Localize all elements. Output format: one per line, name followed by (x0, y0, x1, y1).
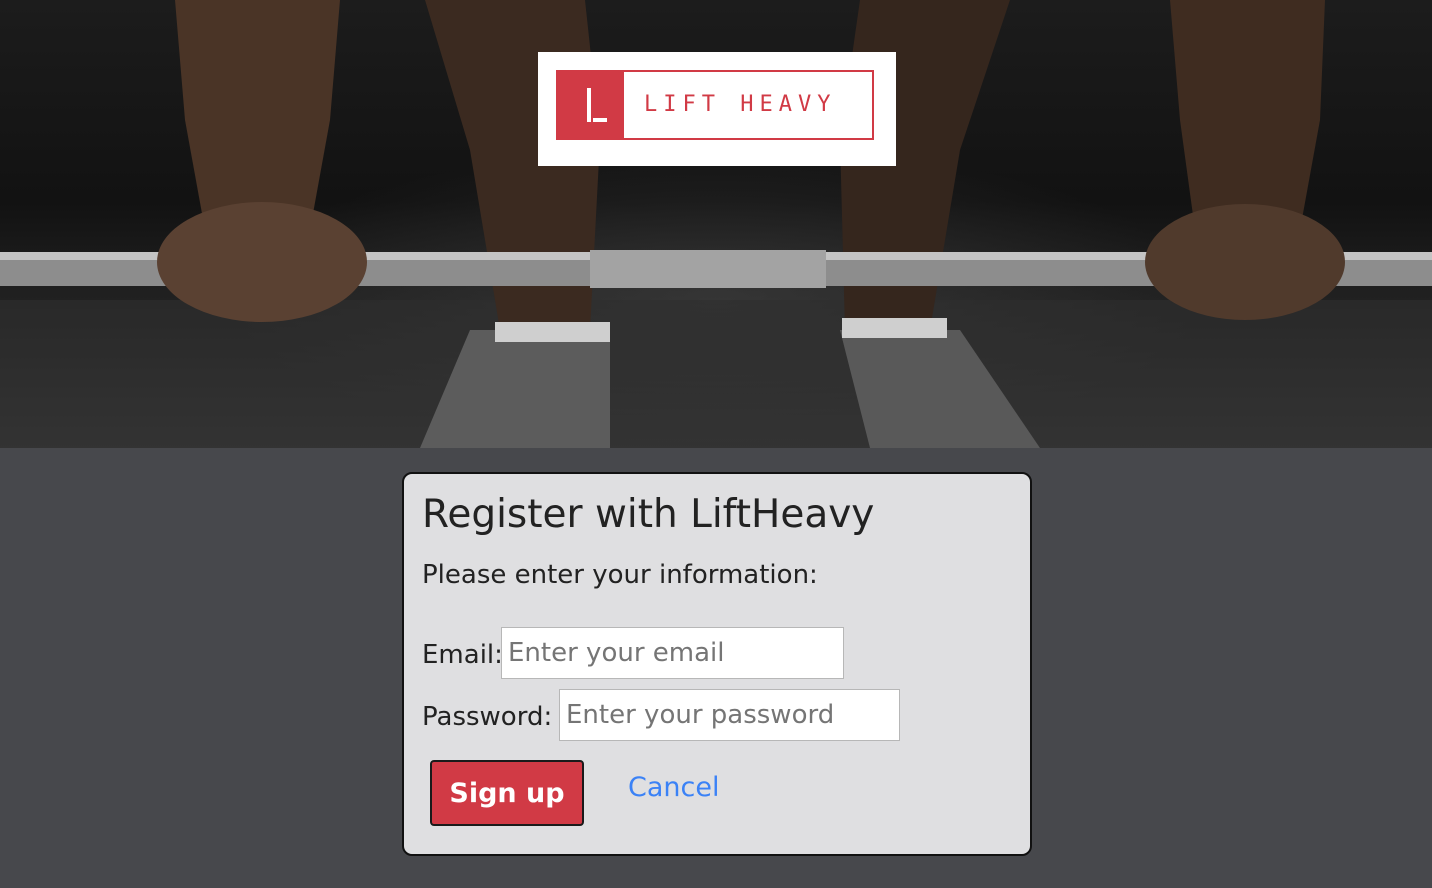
email-field[interactable] (501, 627, 844, 679)
register-subtitle: Please enter your information: (422, 560, 818, 590)
register-title: Register with LiftHeavy (422, 492, 875, 537)
logo-wordmark: LIFT HEAVY (644, 92, 837, 117)
email-label: Email: (422, 640, 503, 670)
register-card: Register with LiftHeavy Please enter you… (402, 472, 1032, 856)
lift-heavy-logo: LIFT HEAVY (538, 52, 896, 166)
password-field[interactable] (559, 689, 900, 741)
logo-mark-icon (558, 72, 624, 138)
cancel-link[interactable]: Cancel (628, 772, 719, 803)
password-label: Password: (422, 702, 553, 732)
logo-frame: LIFT HEAVY (556, 70, 874, 140)
sign-up-button[interactable]: Sign up (430, 760, 584, 826)
hero-image: LIFT HEAVY (0, 0, 1432, 448)
